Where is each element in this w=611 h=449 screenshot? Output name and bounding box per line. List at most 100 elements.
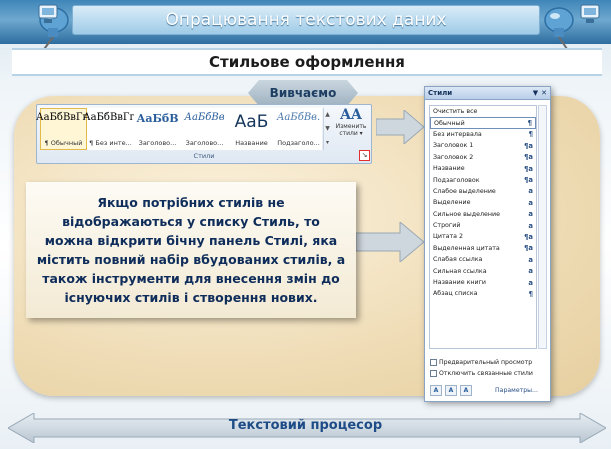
style-name: Выделение — [433, 199, 471, 207]
dialog-launcher-icon[interactable]: ↘ — [359, 150, 370, 161]
list-item[interactable]: Без интервала ¶ — [430, 129, 536, 140]
list-item[interactable]: Строгий a — [430, 220, 536, 231]
list-item[interactable]: Название книги a — [430, 277, 536, 288]
preview-checkbox[interactable] — [430, 359, 437, 366]
style-name: Сильная ссылка — [433, 267, 487, 275]
style-name: Слабая ссылка — [433, 256, 483, 264]
preview-label: Предварительный просмотр — [439, 359, 533, 366]
footer-label: Текстовий процесор — [228, 418, 383, 433]
manage-styles-icon[interactable]: A — [460, 385, 472, 396]
new-style-icon[interactable]: A — [430, 385, 442, 396]
gallery-label: ¶ Без инте... — [89, 139, 132, 147]
change-styles-button[interactable]: AA Изменить стили ▾ — [333, 107, 369, 151]
style-name: Строгий — [433, 222, 461, 230]
style-mark: ¶ — [528, 130, 533, 139]
list-item[interactable]: Выделение a — [430, 197, 536, 208]
gallery-more-icon[interactable]: ▾ — [324, 136, 331, 150]
style-mark: ¶a — [524, 153, 533, 162]
gallery-sample: АаБбВ — [136, 112, 179, 125]
ribbon-group-label: Стили — [193, 152, 215, 160]
list-item[interactable]: Слабая ссылка a — [430, 254, 536, 265]
style-mark: ¶ — [528, 289, 533, 298]
scroll-up-icon[interactable]: ▲ — [324, 108, 331, 122]
list-item[interactable]: Сильная ссылка a — [430, 265, 536, 276]
gallery-style-normal[interactable]: АаБбВвГг, ¶ Обычный — [36, 108, 91, 150]
style-name: Абзац списка — [433, 290, 478, 298]
linked-styles-checkbox[interactable] — [430, 370, 437, 377]
close-icon[interactable]: ✕ — [541, 89, 547, 97]
linked-styles-label: Отключить связанные стили — [439, 370, 533, 377]
title-bar: Опрацювання текстових даних — [72, 5, 540, 35]
list-item[interactable]: Название ¶a — [430, 163, 536, 174]
style-mark: ¶a — [524, 244, 533, 253]
style-name: Сильное выделение — [433, 210, 500, 218]
list-item[interactable]: Сильное выделение a — [430, 209, 536, 220]
computer-icon — [38, 4, 58, 23]
style-name: Выделенная цитата — [433, 244, 500, 252]
style-mark: ¶ — [527, 119, 532, 128]
style-name: Название книги — [433, 279, 487, 287]
preview-checkbox-row[interactable]: Предварительный просмотр — [430, 357, 548, 368]
styles-list: Очистить все Обычный ¶ Без интервала ¶ Заг… — [429, 105, 537, 349]
style-mark: a — [528, 210, 533, 219]
subtitle-bar: Стильове оформлення — [12, 48, 602, 76]
style-mark: a — [528, 198, 533, 207]
arrow-right-icon — [356, 222, 424, 262]
styles-gallery: АаБбВвГг, ¶ Обычный АаБбВвГг, ¶ Без инте… — [36, 108, 322, 150]
computer-icon — [580, 4, 600, 23]
list-item[interactable]: Слабое выделение a — [430, 186, 536, 197]
styles-pane-toolbar: A A A Параметры... — [430, 385, 548, 396]
change-styles-label: Изменить стили ▾ — [335, 123, 367, 137]
style-mark: a — [528, 278, 533, 287]
gallery-sample: АаБбВв. — [276, 112, 321, 123]
style-name: Слабое выделение — [433, 187, 496, 195]
style-mark: a — [528, 255, 533, 264]
list-item[interactable]: Цитата 2 ¶a — [430, 231, 536, 242]
styles-pane-options: Предварительный просмотр Отключить связа… — [430, 357, 548, 379]
list-item[interactable]: Заголовок 1 ¶a — [430, 140, 536, 151]
styles-pane-title: Стили — [428, 89, 453, 97]
style-mark: a — [528, 267, 533, 276]
slide-subtitle: Стильове оформлення — [209, 53, 405, 71]
arrow-right-icon — [376, 110, 424, 144]
styles-pane: Стили ▼ ✕ Очистить все Обычный ¶ Без инте… — [424, 86, 551, 402]
list-item[interactable]: Заголовок 2 ¶a — [430, 152, 536, 163]
options-link[interactable]: Параметры... — [495, 387, 538, 394]
style-name: Без интервала — [433, 130, 482, 138]
gallery-scrollbar[interactable]: ▲ ▼ ▾ — [323, 108, 331, 150]
style-mark: a — [528, 221, 533, 230]
linked-styles-checkbox-row[interactable]: Отключить связанные стили — [430, 368, 548, 379]
gallery-style-heading1[interactable]: АаБбВ Заголово... — [134, 108, 181, 150]
gallery-sample: АаБ — [234, 112, 269, 132]
gallery-style-title[interactable]: АаБ Название — [228, 108, 275, 150]
style-name: Цитата 2 — [433, 233, 464, 241]
gallery-style-heading2[interactable]: АаБбВв Заголово... — [181, 108, 228, 150]
style-mark: a — [528, 187, 533, 196]
list-item[interactable]: Абзац списка ¶ — [430, 288, 536, 299]
list-item[interactable]: Выделенная цитата ¶a — [430, 243, 536, 254]
list-item[interactable]: Очистить все — [430, 106, 536, 117]
style-mark: ¶a — [524, 141, 533, 150]
list-item[interactable]: Обычный ¶ — [430, 117, 536, 129]
style-inspector-icon[interactable]: A — [445, 385, 457, 396]
list-item[interactable]: Подзаголовок ¶a — [430, 174, 536, 185]
style-mark: ¶a — [524, 164, 533, 173]
style-name: Заголовок 2 — [433, 153, 474, 161]
gallery-label: ¶ Обычный — [44, 139, 83, 147]
styles-ribbon-group: АаБбВвГг, ¶ Обычный АаБбВвГг, ¶ Без инте… — [36, 104, 372, 164]
gallery-sample: АаБбВв — [184, 112, 225, 123]
scroll-down-icon[interactable]: ▼ — [324, 122, 331, 136]
gallery-style-no-spacing[interactable]: АаБбВвГг, ¶ Без инте... — [83, 108, 138, 150]
styles-pane-header: Стили ▼ ✕ — [425, 87, 550, 100]
styles-list-scrollbar[interactable] — [538, 105, 547, 349]
gallery-label: Подзаголо... — [277, 139, 320, 147]
gallery-style-subtitle[interactable]: АаБбВв. Подзаголо... — [275, 108, 322, 150]
pane-menu-icon[interactable]: ▼ — [533, 89, 538, 97]
style-name: Обычный — [434, 119, 465, 127]
study-tab: Вивчаємо — [248, 80, 358, 106]
study-tab-label: Вивчаємо — [269, 86, 337, 100]
style-name: Название — [433, 165, 465, 173]
style-name: Подзаголовок — [433, 176, 480, 184]
info-box: Якщо потрібних стилів не відображаються … — [26, 182, 356, 318]
info-text: Якщо потрібних стилів не відображаються … — [36, 195, 346, 305]
